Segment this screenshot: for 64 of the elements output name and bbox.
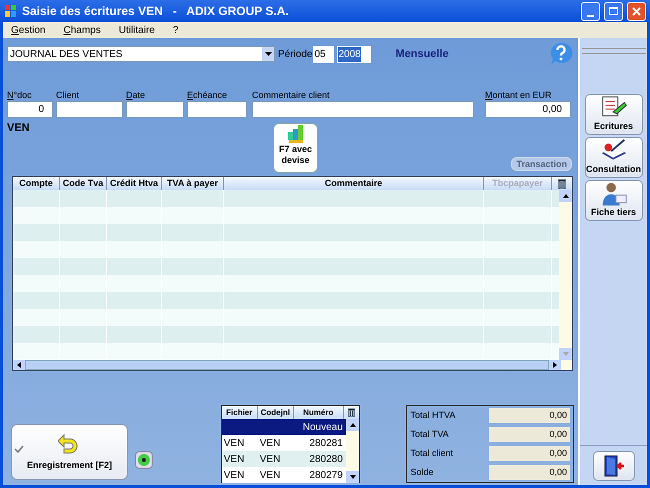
- total-value: 0,00: [489, 465, 570, 480]
- up-arrow-icon: [562, 194, 568, 198]
- vertical-scrollbar[interactable]: [559, 190, 572, 360]
- total-value: 0,00: [489, 408, 570, 423]
- total-label: Solde: [410, 466, 435, 479]
- devise-button[interactable]: F7 avec devise: [273, 123, 318, 173]
- trash-icon[interactable]: [558, 178, 566, 188]
- year-field[interactable]: 2008: [337, 46, 372, 62]
- field-label: Montant en EUR: [485, 89, 553, 101]
- dropdown-arrow-icon: [264, 52, 272, 56]
- field-label: N°doc: [7, 89, 33, 101]
- total-value: 0,00: [489, 446, 570, 461]
- chart-coins-icon: [286, 124, 304, 144]
- document-row[interactable]: Nouveau: [222, 419, 346, 435]
- horizontal-scrollbar[interactable]: [13, 360, 572, 370]
- transaction-button: Transaction: [511, 157, 572, 171]
- down-arrow-icon: [350, 475, 356, 479]
- total-label: Total TVA: [410, 428, 450, 441]
- close-button[interactable]: [627, 2, 646, 20]
- document-row[interactable]: VEN VEN 280280: [222, 451, 346, 467]
- periode-label: Période: [278, 48, 312, 62]
- window-title: Saisie des écritures VEN - ADIX GROUP S.A.: [22, 3, 289, 20]
- field-label: Client: [56, 89, 80, 101]
- save-button[interactable]: Enregistrement [F2]: [11, 424, 128, 480]
- vertical-scrollbar[interactable]: [346, 419, 360, 483]
- text-field[interactable]: [126, 101, 184, 118]
- text-field[interactable]: [252, 101, 474, 118]
- side-button[interactable]: Consultation: [584, 137, 642, 178]
- help-icon[interactable]: [548, 41, 574, 67]
- side-button[interactable]: Fiche tiers: [584, 180, 642, 221]
- text-field[interactable]: 0: [7, 101, 53, 118]
- check-icon: [14, 445, 24, 453]
- text-field[interactable]: [187, 101, 247, 118]
- left-arrow-icon: [17, 362, 21, 368]
- month-field[interactable]: 05: [313, 46, 334, 62]
- total-value: 0,00: [489, 427, 570, 442]
- side-button[interactable]: Ecritures: [584, 94, 642, 135]
- total-label: Total HTVA: [410, 408, 456, 422]
- text-field[interactable]: 0,00: [485, 101, 571, 118]
- field-label: Echéance: [187, 89, 228, 101]
- menu-item[interactable]: ?: [172, 22, 178, 38]
- frequency-label: Mensuelle: [395, 46, 449, 62]
- document-row[interactable]: VEN VEN 280279: [222, 467, 346, 483]
- minimize-button[interactable]: [581, 2, 600, 20]
- field-label: Date: [126, 89, 146, 101]
- right-arrow-icon: [553, 362, 557, 368]
- down-arrow-icon: [562, 352, 568, 356]
- document-row[interactable]: VEN VEN 280281: [222, 435, 346, 451]
- journal-code: VEN: [7, 121, 31, 136]
- menu-item[interactable]: Champs: [63, 22, 101, 38]
- record-icon[interactable]: [134, 451, 153, 469]
- journal-dropdown[interactable]: JOURNAL DES VENTES: [7, 46, 275, 62]
- menu-item[interactable]: Utilitaire: [118, 22, 155, 38]
- maximize-button[interactable]: [604, 2, 623, 20]
- app-icon: [4, 4, 18, 18]
- trash-icon[interactable]: [348, 408, 356, 417]
- up-arrow-icon: [350, 423, 356, 427]
- menu-item[interactable]: Gestion: [11, 22, 46, 38]
- exit-door-icon: [602, 454, 626, 478]
- text-field[interactable]: [56, 101, 123, 118]
- field-label: Commentaire client: [252, 89, 331, 101]
- total-label: Total client: [410, 446, 454, 460]
- close-icon: [632, 6, 641, 16]
- exit-button[interactable]: [592, 451, 634, 481]
